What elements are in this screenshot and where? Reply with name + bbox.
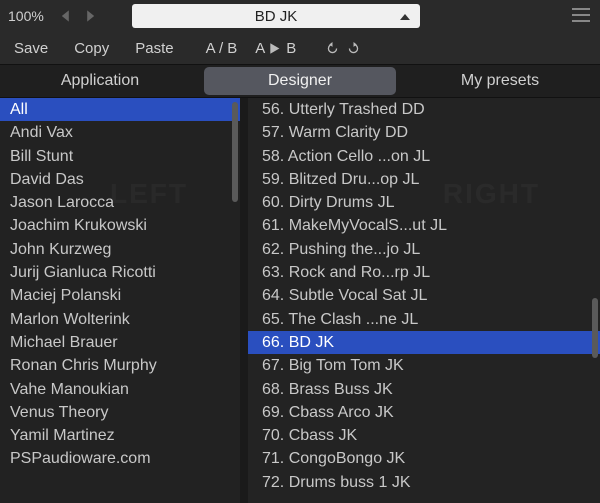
pane-divider[interactable]	[240, 98, 248, 503]
ab-compare-button[interactable]: A / B	[206, 40, 238, 57]
save-button[interactable]: Save	[14, 40, 48, 57]
arrow-right-icon	[269, 42, 282, 55]
preset-list[interactable]: 56. Utterly Trashed DD57. Warm Clarity D…	[248, 98, 600, 503]
ab-group: A / B A B	[206, 40, 297, 57]
preset-item[interactable]: 61. MakeMyVocalS...ut JL	[248, 214, 600, 237]
scrollbar-thumb[interactable]	[592, 298, 598, 358]
preset-item[interactable]: 72. Drums buss 1 JK	[248, 471, 600, 494]
category-item[interactable]: Venus Theory	[0, 401, 240, 424]
action-bar: Save Copy Paste A / B A B	[0, 32, 600, 64]
category-item[interactable]: All	[0, 98, 240, 121]
category-item[interactable]: Joachim Krukowski	[0, 214, 240, 237]
redo-button[interactable]	[347, 42, 360, 55]
dropdown-up-icon	[400, 8, 410, 25]
category-list[interactable]: AllAndi VaxBill StuntDavid DasJason Laro…	[0, 98, 240, 503]
content-area: LEFT RIGHT AllAndi VaxBill StuntDavid Da…	[0, 98, 600, 503]
preset-item[interactable]: 69. Cbass Arco JK	[248, 401, 600, 424]
preset-item[interactable]: 58. Action Cello ...on JL	[248, 145, 600, 168]
scrollbar-thumb[interactable]	[232, 102, 238, 202]
next-preset-button[interactable]	[80, 6, 100, 26]
tab-my-presets[interactable]: My presets	[404, 67, 596, 95]
paste-button[interactable]: Paste	[135, 40, 173, 57]
zoom-level[interactable]: 100%	[8, 8, 54, 24]
category-item[interactable]: David Das	[0, 168, 240, 191]
ab-copy-button[interactable]: A B	[255, 40, 296, 57]
category-item[interactable]: Jason Larocca	[0, 191, 240, 214]
category-item[interactable]: Maciej Polanski	[0, 284, 240, 307]
category-item[interactable]: Bill Stunt	[0, 145, 240, 168]
undo-button[interactable]	[326, 42, 339, 55]
tab-designer[interactable]: Designer	[204, 67, 396, 95]
preset-item[interactable]: 65. The Clash ...ne JL	[248, 308, 600, 331]
top-bar: 100% BD JK	[0, 0, 600, 32]
preset-item[interactable]: 68. Brass Buss JK	[248, 378, 600, 401]
copy-button[interactable]: Copy	[74, 40, 109, 57]
category-item[interactable]: Andi Vax	[0, 121, 240, 144]
category-item[interactable]: Michael Brauer	[0, 331, 240, 354]
category-item[interactable]: Ronan Chris Murphy	[0, 354, 240, 377]
preset-item[interactable]: 63. Rock and Ro...rp JL	[248, 261, 600, 284]
arrow-left-icon	[59, 9, 73, 23]
preset-item[interactable]: 71. CongoBongo JK	[248, 447, 600, 470]
preset-item[interactable]: 64. Subtle Vocal Sat JL	[248, 284, 600, 307]
category-item[interactable]: John Kurzweg	[0, 238, 240, 261]
redo-icon	[347, 42, 360, 55]
undo-icon	[326, 42, 339, 55]
preset-item[interactable]: 59. Blitzed Dru...op JL	[248, 168, 600, 191]
preset-name-label: BD JK	[255, 8, 298, 25]
undo-redo-group	[326, 42, 360, 55]
hamburger-icon	[572, 8, 590, 22]
tab-bar: Application Designer My presets	[0, 64, 600, 98]
preset-item[interactable]: 62. Pushing the...jo JL	[248, 238, 600, 261]
category-item[interactable]: Yamil Martinez	[0, 424, 240, 447]
category-item[interactable]: Vahe Manoukian	[0, 378, 240, 401]
category-item[interactable]: Jurij Gianluca Ricotti	[0, 261, 240, 284]
prev-preset-button[interactable]	[56, 6, 76, 26]
preset-item[interactable]: 70. Cbass JK	[248, 424, 600, 447]
category-item[interactable]: Marlon Wolterink	[0, 308, 240, 331]
preset-item[interactable]: 60. Dirty Drums JL	[248, 191, 600, 214]
preset-item[interactable]: 66. BD JK	[248, 331, 600, 354]
preset-item[interactable]: 67. Big Tom Tom JK	[248, 354, 600, 377]
arrow-right-icon	[83, 9, 97, 23]
tab-application[interactable]: Application	[4, 67, 196, 95]
preset-item[interactable]: 56. Utterly Trashed DD	[248, 98, 600, 121]
preset-display[interactable]: BD JK	[132, 4, 420, 28]
preset-item[interactable]: 57. Warm Clarity DD	[248, 121, 600, 144]
category-item[interactable]: PSPaudioware.com	[0, 447, 240, 470]
menu-button[interactable]	[572, 8, 590, 27]
